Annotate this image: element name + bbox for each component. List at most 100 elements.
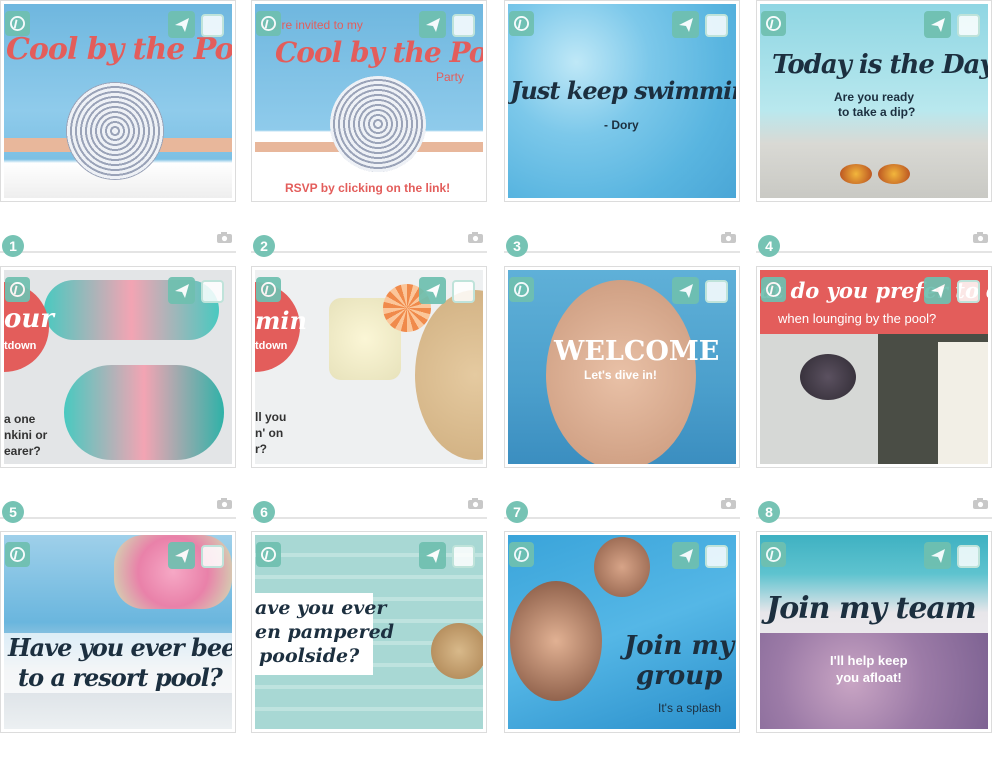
- share-button[interactable]: [419, 277, 446, 304]
- card-number-badge: 3: [506, 235, 528, 257]
- card-headline: poolside?: [259, 645, 360, 667]
- share-button[interactable]: [419, 542, 446, 569]
- design-card[interactable]: Join my team I'll help keep you afloat!: [756, 531, 994, 783]
- select-checkbox[interactable]: [201, 14, 224, 37]
- design-thumbnail[interactable]: Join my group It's a splash: [508, 535, 736, 729]
- camera-icon[interactable]: [216, 231, 233, 244]
- card-footer: 6: [251, 495, 487, 523]
- design-thumbnail[interactable]: Have you ever been to a resort pool?: [4, 535, 232, 729]
- pinterest-icon: [514, 547, 529, 562]
- share-button[interactable]: [924, 542, 951, 569]
- design-card[interactable]: Have you ever been to a resort pool?: [0, 531, 238, 783]
- card-body: n' on: [255, 426, 284, 440]
- design-thumbnail[interactable]: Cool by the Pool: [4, 4, 232, 198]
- pinterest-button[interactable]: [5, 542, 30, 567]
- pinterest-button[interactable]: [509, 11, 534, 36]
- share-button[interactable]: [168, 11, 195, 38]
- share-button[interactable]: [924, 11, 951, 38]
- design-card[interactable]: You're invited to my Cool by the Pool Pa…: [251, 0, 489, 257]
- pinterest-button[interactable]: [256, 11, 281, 36]
- card-subtitle: you afloat!: [836, 670, 902, 685]
- pinterest-icon: [10, 16, 25, 31]
- design-card[interactable]: WELCOME Let's dive in! 7: [504, 266, 742, 523]
- design-thumbnail[interactable]: at do you prefer to do when lounging by …: [760, 270, 988, 464]
- pinterest-icon: [10, 547, 25, 562]
- pinterest-button[interactable]: [256, 542, 281, 567]
- select-checkbox[interactable]: [452, 14, 475, 37]
- camera-icon[interactable]: [467, 497, 484, 510]
- design-thumbnail[interactable]: Today is the Day! Are you ready to take …: [760, 4, 988, 198]
- share-button[interactable]: [672, 542, 699, 569]
- pinterest-icon: [766, 282, 781, 297]
- card-number-badge: 6: [253, 501, 275, 523]
- card-footnote: RSVP by clicking on the link!: [285, 181, 451, 195]
- card-headline: Cool by the Pool: [6, 32, 232, 67]
- pinterest-button[interactable]: [509, 542, 534, 567]
- pinterest-button[interactable]: [509, 277, 534, 302]
- select-checkbox[interactable]: [957, 14, 980, 37]
- pinterest-button[interactable]: [5, 11, 30, 36]
- paper-plane-icon: [930, 283, 945, 298]
- camera-icon[interactable]: [467, 231, 484, 244]
- design-thumbnail[interactable]: WELCOME Let's dive in!: [508, 270, 736, 464]
- card-headline: en pampered: [255, 621, 394, 643]
- card-headline: Have you ever been: [8, 633, 232, 662]
- paper-plane-icon: [930, 17, 945, 32]
- pinterest-icon: [261, 547, 276, 562]
- select-checkbox[interactable]: [452, 545, 475, 568]
- camera-icon[interactable]: [720, 231, 737, 244]
- select-checkbox[interactable]: [705, 545, 728, 568]
- pinterest-button[interactable]: [256, 277, 281, 302]
- share-button[interactable]: [924, 277, 951, 304]
- share-button[interactable]: [672, 11, 699, 38]
- design-thumbnail[interactable]: our tdown a one nkini or earer?: [4, 270, 232, 464]
- design-thumbnail[interactable]: ave you ever en pampered poolside?: [255, 535, 483, 729]
- card-footer: 7: [504, 495, 740, 523]
- select-checkbox[interactable]: [452, 280, 475, 303]
- pinterest-button[interactable]: [761, 542, 786, 567]
- card-footer: 4: [756, 229, 992, 257]
- design-card[interactable]: Cool by the Pool 1: [0, 0, 238, 257]
- design-card[interactable]: at do you prefer to do when lounging by …: [756, 266, 994, 523]
- pinterest-icon: [514, 282, 529, 297]
- design-card[interactable]: Just keep swimming. - Dory 3: [504, 0, 742, 257]
- card-subtitle: tdown: [255, 340, 288, 352]
- pinterest-button[interactable]: [761, 277, 786, 302]
- card-body: ll you: [255, 410, 287, 424]
- pinterest-icon: [261, 282, 276, 297]
- card-headline: ave you ever: [255, 597, 387, 619]
- card-number-badge: 7: [506, 501, 528, 523]
- select-checkbox[interactable]: [705, 280, 728, 303]
- select-checkbox[interactable]: [201, 280, 224, 303]
- select-checkbox[interactable]: [705, 14, 728, 37]
- camera-icon[interactable]: [972, 231, 989, 244]
- card-subtitle: - Dory: [604, 118, 639, 132]
- card-body: a one: [4, 412, 36, 426]
- pinterest-button[interactable]: [5, 277, 30, 302]
- design-thumbnail[interactable]: Just keep swimming. - Dory: [508, 4, 736, 198]
- design-thumbnail[interactable]: min tdown ll you n' on r?: [255, 270, 483, 464]
- share-button[interactable]: [419, 11, 446, 38]
- camera-icon[interactable]: [972, 497, 989, 510]
- card-headline: our: [4, 304, 54, 334]
- pinterest-icon: [766, 16, 781, 31]
- share-button[interactable]: [168, 542, 195, 569]
- share-button[interactable]: [672, 277, 699, 304]
- design-thumbnail[interactable]: You're invited to my Cool by the Pool Pa…: [255, 4, 483, 198]
- pinterest-icon: [514, 16, 529, 31]
- design-thumbnail[interactable]: Join my team I'll help keep you afloat!: [760, 535, 988, 729]
- select-checkbox[interactable]: [957, 545, 980, 568]
- share-button[interactable]: [168, 277, 195, 304]
- paper-plane-icon: [930, 548, 945, 563]
- design-card[interactable]: ave you ever en pampered poolside?: [251, 531, 489, 783]
- design-card[interactable]: Join my group It's a splash: [504, 531, 742, 783]
- design-card[interactable]: Today is the Day! Are you ready to take …: [756, 0, 994, 257]
- camera-icon[interactable]: [720, 497, 737, 510]
- design-card[interactable]: min tdown ll you n' on r? 6: [251, 266, 489, 523]
- camera-icon[interactable]: [216, 497, 233, 510]
- design-card[interactable]: our tdown a one nkini or earer? 5: [0, 266, 238, 523]
- pinterest-button[interactable]: [761, 11, 786, 36]
- paper-plane-icon: [678, 283, 693, 298]
- select-checkbox[interactable]: [957, 280, 980, 303]
- select-checkbox[interactable]: [201, 545, 224, 568]
